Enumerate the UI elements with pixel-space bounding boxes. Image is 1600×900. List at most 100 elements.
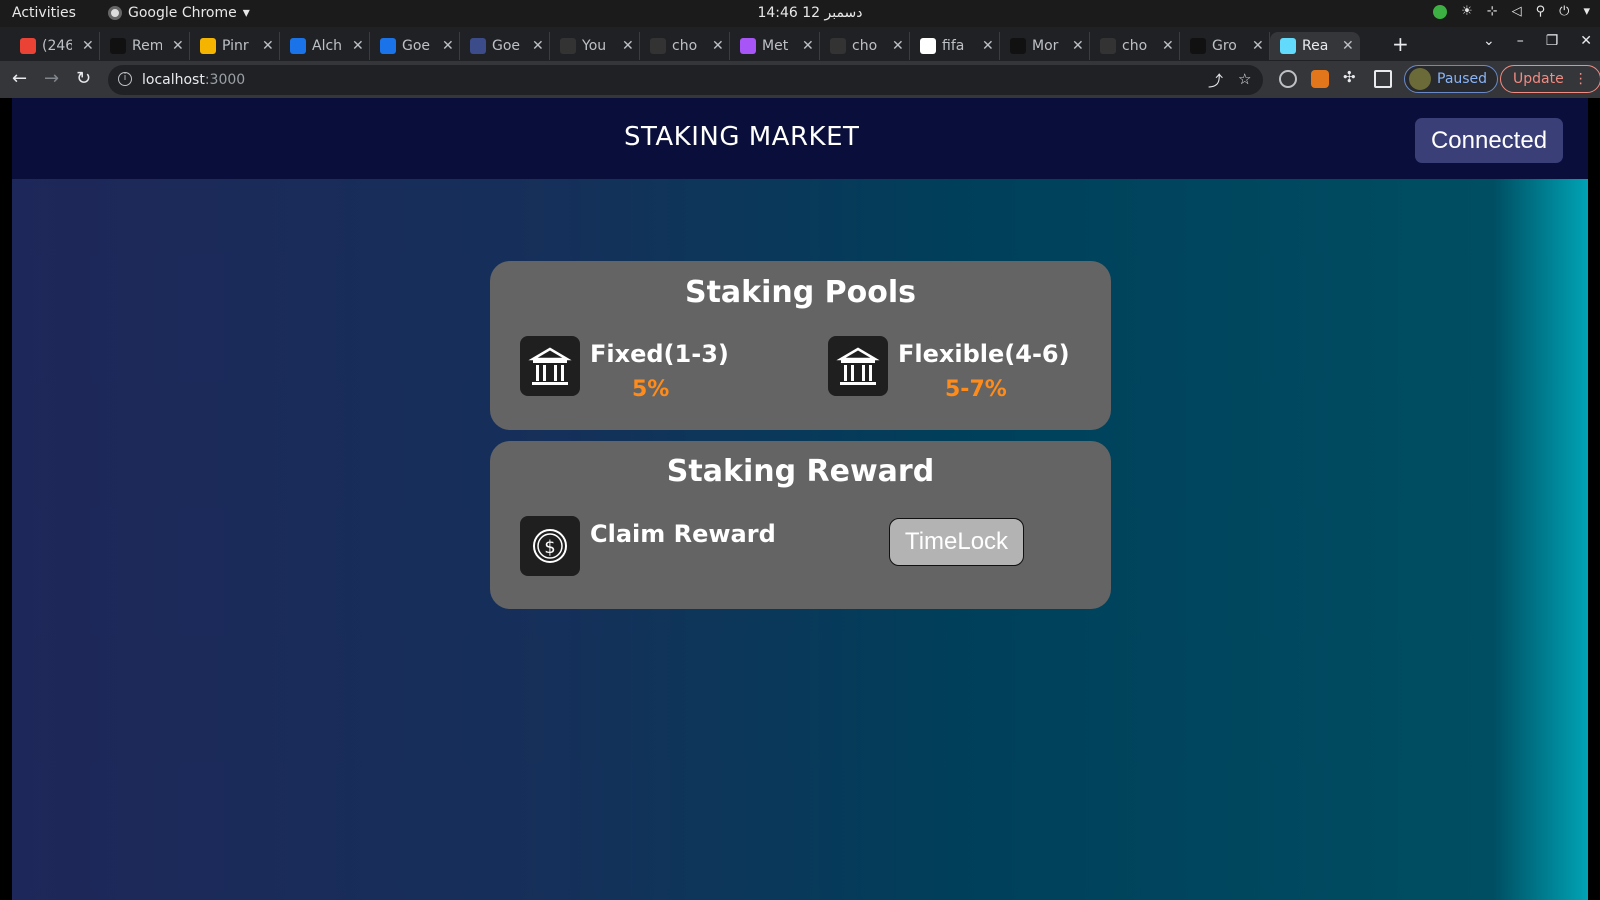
browser-tab[interactable]: cho ✕ bbox=[820, 32, 910, 60]
tab-title: fifa bbox=[942, 38, 965, 54]
tab-close-icon[interactable]: ✕ bbox=[1162, 38, 1174, 54]
tab-title: Mor bbox=[1032, 38, 1059, 54]
chevron-down-icon[interactable]: ▾ bbox=[1583, 4, 1590, 19]
puzzle-icon[interactable]: ✣ bbox=[1343, 68, 1361, 86]
timelock-button[interactable]: TimeLock bbox=[889, 518, 1024, 566]
dollar-coin-icon[interactable]: $ bbox=[520, 516, 580, 576]
browser-tab[interactable]: Alch ✕ bbox=[280, 32, 370, 60]
tab-favicon-icon bbox=[1280, 38, 1296, 54]
update-status-icon[interactable] bbox=[1433, 4, 1448, 19]
minimize-icon[interactable]: – bbox=[1517, 33, 1524, 49]
tab-title: Alch bbox=[312, 38, 342, 54]
tab-title: Goe bbox=[492, 38, 521, 54]
page-content: STAKING MARKET Connected Staking Pools F… bbox=[12, 98, 1588, 900]
browser-tab[interactable]: Rem ✕ bbox=[100, 32, 190, 60]
network-icon[interactable]: ⊹ bbox=[1487, 4, 1498, 19]
browser-tab[interactable]: Mor ✕ bbox=[1000, 32, 1090, 60]
browser-tab[interactable]: Rea ✕ bbox=[1270, 32, 1360, 60]
tab-close-icon[interactable]: ✕ bbox=[262, 38, 274, 54]
browser-tab[interactable]: fifa ✕ bbox=[910, 32, 1000, 60]
tab-close-icon[interactable]: ✕ bbox=[442, 38, 454, 54]
url-port: :3000 bbox=[204, 72, 246, 88]
staking-pools-card: Staking Pools Fixed(1-3) 5% Flexible(4-6… bbox=[490, 261, 1111, 430]
tab-title: Met bbox=[762, 38, 789, 54]
maximize-icon[interactable]: ❐ bbox=[1546, 33, 1559, 49]
tab-title: Rea bbox=[1302, 38, 1329, 54]
share-icon[interactable]: ⤴ bbox=[1208, 70, 1223, 91]
app-menu[interactable]: Google Chrome ▾ bbox=[108, 5, 250, 21]
tab-title: cho bbox=[672, 38, 698, 54]
staking-reward-title: Staking Reward bbox=[666, 454, 935, 489]
power-icon[interactable]: ⏻ bbox=[1559, 4, 1569, 19]
reload-icon[interactable]: ↻ bbox=[76, 68, 91, 89]
tab-close-icon[interactable]: ✕ bbox=[712, 38, 724, 54]
update-button[interactable]: Update ⋮ bbox=[1500, 65, 1600, 93]
extension-target-icon[interactable] bbox=[1279, 70, 1297, 88]
claim-reward-label[interactable]: Claim Reward bbox=[590, 520, 776, 548]
profile-button[interactable]: Paused bbox=[1404, 65, 1499, 93]
bank-icon[interactable] bbox=[520, 336, 580, 396]
tab-close-icon[interactable]: ✕ bbox=[622, 38, 634, 54]
microphone-icon[interactable]: ⚲ bbox=[1536, 4, 1546, 19]
browser-tab[interactable]: cho ✕ bbox=[640, 32, 730, 60]
staking-reward-card: Staking Reward $ Claim Reward TimeLock bbox=[490, 441, 1111, 609]
clock[interactable]: 14:46 12 دسمبر bbox=[750, 5, 870, 21]
tab-close-icon[interactable]: ✕ bbox=[892, 38, 904, 54]
metamask-fox-icon[interactable] bbox=[1311, 70, 1329, 88]
system-tray[interactable]: ☀ ⊹ ◁ ⚲ ⏻ ▾ bbox=[1433, 4, 1590, 19]
browser-tab[interactable]: Goe ✕ bbox=[460, 32, 550, 60]
tab-strip: (246 ✕ Rem ✕ Pinr ✕ Alch ✕ Goe ✕ Goe ✕ You ✕ cho ✕ Met ✕ c… bbox=[0, 27, 1600, 61]
browser-tab[interactable]: cho ✕ bbox=[1090, 32, 1180, 60]
tab-title: Pinr bbox=[222, 38, 249, 54]
browser-tab[interactable]: (246 ✕ bbox=[10, 32, 100, 60]
back-icon[interactable]: ← bbox=[12, 68, 27, 89]
site-info-icon[interactable]: i bbox=[118, 72, 132, 86]
page-title: STAKING MARKET bbox=[624, 122, 860, 152]
tab-favicon-icon bbox=[290, 38, 306, 54]
browser-toolbar: ← → ↻ i localhost:3000 ⤴ ☆ ✣ Paused Upda… bbox=[0, 61, 1600, 98]
app-menu-label: Google Chrome bbox=[128, 5, 237, 21]
chevron-down-icon: ▾ bbox=[242, 5, 250, 21]
tab-favicon-icon bbox=[470, 38, 486, 54]
tab-close-icon[interactable]: ✕ bbox=[1342, 38, 1354, 54]
address-bar[interactable]: i localhost:3000 ⤴ ☆ bbox=[108, 65, 1263, 95]
update-label: Update bbox=[1513, 71, 1564, 87]
avatar bbox=[1409, 68, 1431, 90]
tab-favicon-icon bbox=[560, 38, 576, 54]
tab-close-icon[interactable]: ✕ bbox=[1252, 38, 1264, 54]
browser-tab[interactable]: Goe ✕ bbox=[370, 32, 460, 60]
side-panel-icon[interactable] bbox=[1374, 70, 1392, 88]
pool-rate-fixed: 5% bbox=[632, 377, 670, 402]
kebab-menu-icon: ⋮ bbox=[1573, 71, 1588, 87]
tab-close-icon[interactable]: ✕ bbox=[802, 38, 814, 54]
tab-search-icon[interactable]: ⌄ bbox=[1483, 33, 1495, 49]
tab-close-icon[interactable]: ✕ bbox=[982, 38, 994, 54]
tab-close-icon[interactable]: ✕ bbox=[172, 38, 184, 54]
tab-close-icon[interactable]: ✕ bbox=[352, 38, 364, 54]
bookmark-star-icon[interactable]: ☆ bbox=[1238, 70, 1251, 88]
new-tab-button[interactable]: + bbox=[1392, 32, 1409, 56]
tab-favicon-icon bbox=[200, 38, 216, 54]
tab-favicon-icon bbox=[920, 38, 936, 54]
browser-tab[interactable]: Gro ✕ bbox=[1180, 32, 1270, 60]
brightness-icon[interactable]: ☀ bbox=[1461, 4, 1473, 19]
app-header: STAKING MARKET Connected bbox=[12, 98, 1588, 179]
pool-name-flexible: Flexible(4-6) bbox=[898, 340, 1070, 368]
browser-tab[interactable]: Met ✕ bbox=[730, 32, 820, 60]
url-text[interactable]: localhost:3000 bbox=[142, 72, 245, 88]
tab-close-icon[interactable]: ✕ bbox=[532, 38, 544, 54]
bank-icon[interactable] bbox=[828, 336, 888, 396]
close-icon[interactable]: ✕ bbox=[1580, 33, 1592, 49]
tab-close-icon[interactable]: ✕ bbox=[82, 38, 94, 54]
staking-pools-title: Staking Pools bbox=[684, 275, 917, 310]
tab-close-icon[interactable]: ✕ bbox=[1072, 38, 1084, 54]
browser-tab[interactable]: Pinr ✕ bbox=[190, 32, 280, 60]
chrome-icon bbox=[108, 6, 122, 20]
forward-icon[interactable]: → bbox=[44, 68, 59, 89]
activities-button[interactable]: Activities bbox=[12, 5, 76, 21]
svg-text:$: $ bbox=[544, 537, 555, 558]
browser-tab[interactable]: You ✕ bbox=[550, 32, 640, 60]
volume-icon[interactable]: ◁ bbox=[1512, 4, 1522, 19]
tab-favicon-icon bbox=[110, 38, 126, 54]
connect-wallet-button[interactable]: Connected bbox=[1415, 118, 1563, 163]
